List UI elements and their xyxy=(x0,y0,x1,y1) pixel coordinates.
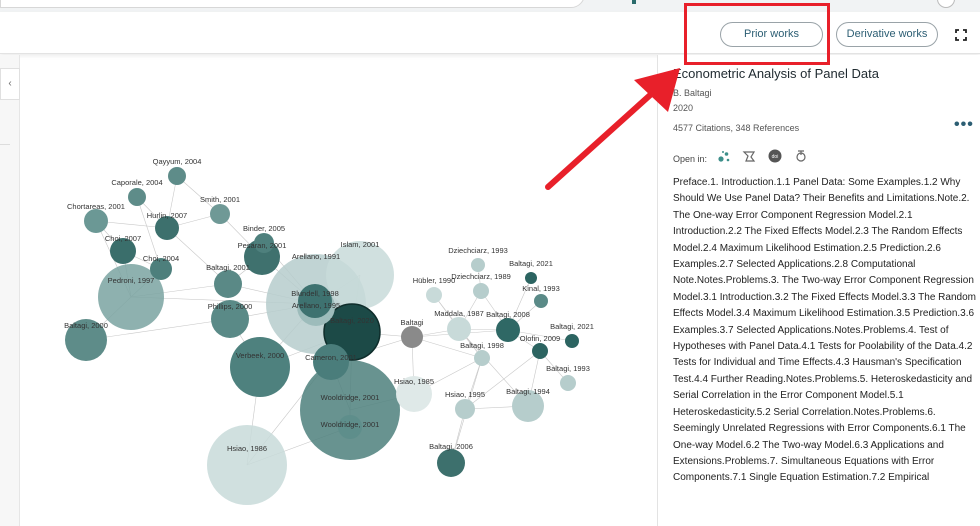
open-in-label: Open in: xyxy=(673,154,708,164)
paper-details-panel: Econometric Analysis of Panel Data B. Ba… xyxy=(657,55,980,526)
paper-abstract: Preface.1. Introduction.1.1 Panel Data: … xyxy=(673,177,976,484)
graph-node-label: Wooldridge, 2001 xyxy=(321,420,380,429)
graph-node-label: Baltagi xyxy=(401,318,424,327)
graph-nodes[interactable] xyxy=(65,167,579,505)
graph-node-label: Baltagi, 2021 xyxy=(509,259,553,268)
graph-node[interactable] xyxy=(210,204,230,224)
graph-node-label: Hsiao, 1985 xyxy=(394,377,434,386)
graph-node-label: Baltagi, 2021 xyxy=(550,322,594,331)
graph-node-label: Maddala, 1987 xyxy=(434,309,484,318)
graph-canvas[interactable]: Qayyum, 2004 Caporale, 2004 Smith, 2001 Cho… xyxy=(20,55,656,526)
location-icon xyxy=(632,0,636,4)
graph-node[interactable] xyxy=(560,375,576,391)
graph-node[interactable] xyxy=(474,350,490,366)
graph-node-label: Hübler, 1990 xyxy=(413,276,456,285)
paper-title[interactable]: Econometric Analysis of Panel Data xyxy=(673,66,879,81)
collapse-panel-button[interactable]: ‹ xyxy=(0,68,20,100)
graph-node-label: Hsiao, 1995 xyxy=(445,390,485,399)
graph-toolbar: Prior works Derivative works xyxy=(0,12,980,54)
graph-node-label: Verbeek, 2000 xyxy=(236,351,284,360)
graph-node-label: Dziechciarz, 1989 xyxy=(451,272,511,281)
graph-node[interactable] xyxy=(214,270,242,298)
graph-node-label: Baltagi, 1994 xyxy=(506,387,550,396)
citation-graph[interactable]: Qayyum, 2004 Caporale, 2004 Smith, 2001 Cho… xyxy=(20,55,656,526)
graph-node[interactable] xyxy=(565,334,579,348)
fullscreen-icon[interactable] xyxy=(951,25,971,45)
graph-node[interactable] xyxy=(313,344,349,380)
derivative-works-button[interactable]: Derivative works xyxy=(836,22,938,47)
graph-node-label: Islam, 2001 xyxy=(341,240,380,249)
graph-node-label: Pesaran, 2001 xyxy=(238,241,287,250)
graph-node-label: Baltagi, 1993 xyxy=(546,364,590,373)
graph-node-label: Hsiao, 1986 xyxy=(227,444,267,453)
graph-node-label: Cameron, 2001 xyxy=(305,353,357,362)
top-search-strip xyxy=(0,0,980,12)
graph-node[interactable] xyxy=(447,317,471,341)
citation-count: 4577 Citations, 348 References xyxy=(673,123,800,133)
prior-works-button[interactable]: Prior works xyxy=(720,22,823,47)
graph-node-label: Kinal, 1993 xyxy=(522,284,560,293)
divider xyxy=(0,144,10,145)
graph-node-label: Choi, 2004 xyxy=(143,254,179,263)
graph-node[interactable] xyxy=(128,188,146,206)
svg-text:doi: doi xyxy=(772,154,779,160)
graph-node-label: Baltagi, 2008 xyxy=(486,310,530,319)
help-icon[interactable] xyxy=(937,0,955,8)
graph-node[interactable] xyxy=(525,272,537,284)
graph-node-label: Caporale, 2004 xyxy=(111,178,162,187)
graph-node[interactable] xyxy=(168,167,186,185)
graph-node-label: Baltagi, 2000 xyxy=(64,321,108,330)
graph-node[interactable] xyxy=(230,337,290,397)
graph-node-label: Olofin, 2009 xyxy=(520,334,560,343)
graph-node-label: Baltagi, 2006 xyxy=(429,442,473,451)
graph-node-label: Baltagi, 2020 xyxy=(330,316,374,325)
paper-year: 2020 xyxy=(673,103,694,113)
graph-node[interactable] xyxy=(300,360,400,460)
graph-node[interactable] xyxy=(207,425,287,505)
graph-node-label: Phillips, 2000 xyxy=(208,302,253,311)
graph-node[interactable] xyxy=(455,399,475,419)
paper-author[interactable]: B. Baltagi xyxy=(673,88,712,98)
graph-node[interactable] xyxy=(401,326,423,348)
graph-node[interactable] xyxy=(532,343,548,359)
graph-node-label: Dziechciarz, 1993 xyxy=(448,246,508,255)
graph-node[interactable] xyxy=(473,283,489,299)
more-options-icon[interactable]: ••• xyxy=(954,117,973,133)
left-sidebar xyxy=(0,55,20,526)
scite-icon[interactable] xyxy=(742,149,756,163)
graph-node[interactable] xyxy=(534,294,548,308)
graph-node-label: Baltagi, 1998 xyxy=(460,341,504,350)
graph-node[interactable] xyxy=(84,209,108,233)
scholar-icon[interactable] xyxy=(794,149,808,163)
graph-node-label: Blundell, 1998 xyxy=(291,289,339,298)
doi-icon[interactable]: doi xyxy=(768,149,782,163)
graph-node[interactable] xyxy=(426,287,442,303)
graph-node-label: Arellano, 1995 xyxy=(292,301,340,310)
graph-node-label: Binder, 2005 xyxy=(243,224,285,233)
graph-node-label: Wooldridge, 2001 xyxy=(321,393,380,402)
graph-node-label: Qayyum, 2004 xyxy=(153,157,202,166)
graph-node[interactable] xyxy=(496,318,520,342)
graph-node-label: Choi, 2007 xyxy=(105,234,141,243)
connected-papers-icon[interactable] xyxy=(717,149,731,163)
graph-node[interactable] xyxy=(437,449,465,477)
graph-node-label: Chortareas, 2001 xyxy=(67,202,125,211)
graph-node-label: Smith, 2001 xyxy=(200,195,240,204)
graph-node-label: Arellano, 1991 xyxy=(292,252,340,261)
graph-node-label: Hurlin, 2007 xyxy=(147,211,187,220)
graph-node[interactable] xyxy=(471,258,485,272)
graph-node-label: Baltagi, 2001 xyxy=(206,263,250,272)
graph-node-label: Pedroni, 1997 xyxy=(108,276,155,285)
search-box[interactable] xyxy=(0,0,585,8)
